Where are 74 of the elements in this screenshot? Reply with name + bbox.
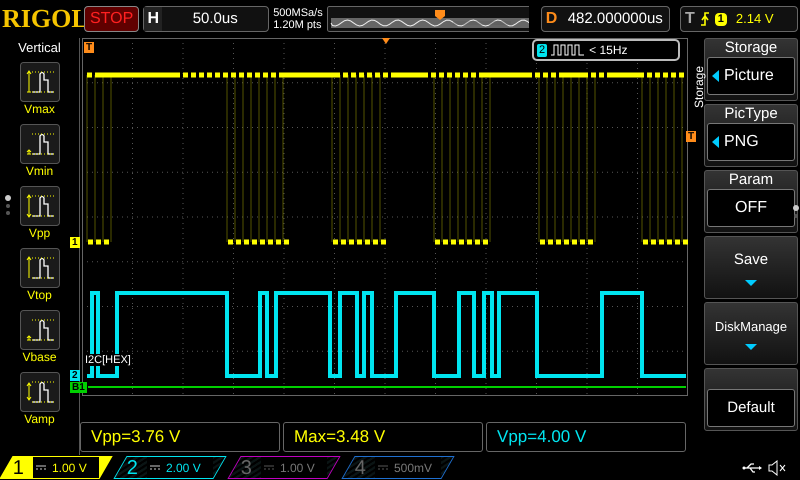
channel-tab[interactable]: 4 500mV [341, 456, 455, 479]
delay-label: D [544, 9, 558, 29]
trigger-box[interactable]: T 1 2.14 V [680, 6, 798, 32]
dc-coupling-icon [264, 464, 274, 472]
measurement-readout: Max=3.48 V [283, 422, 483, 452]
channel-scale: 2.00 V [166, 460, 201, 476]
left-arrow-icon [712, 70, 719, 82]
trigger-source: 1 [714, 12, 727, 26]
menu-button[interactable]: DiskManage [704, 302, 798, 365]
measure-button[interactable] [20, 248, 60, 288]
measurement-readout: Vpp=4.00 V [486, 422, 686, 452]
trigger-label: T [685, 9, 695, 29]
speaker-muted-icon[interactable] [768, 460, 786, 476]
delay-value: 482.000000us [566, 8, 664, 29]
timebase-box[interactable]: H 50.0us [143, 6, 270, 32]
option-title: PicType [724, 105, 778, 123]
caret-icon [745, 280, 757, 286]
measure-label: Vpp [28, 226, 50, 240]
delay-box[interactable]: D 482.000000us [540, 6, 670, 32]
dc-coupling-icon [378, 464, 388, 472]
timebase-label: H [144, 7, 162, 31]
measure-button[interactable] [20, 186, 60, 226]
bus-label: I2C[HEX] [85, 354, 131, 366]
measure-button[interactable] [20, 124, 60, 164]
channel-tab[interactable]: 3 1.00 V [227, 456, 341, 479]
measure-label: Vtop [27, 288, 52, 302]
run-stop-button[interactable]: STOP [84, 6, 140, 32]
option-value: Picture [724, 66, 774, 86]
menu-option[interactable]: Param OFF [704, 170, 798, 233]
option-title: Storage [724, 39, 778, 57]
dc-coupling-icon [36, 464, 46, 472]
measure-button[interactable] [20, 372, 60, 412]
channel-number: 3 [241, 456, 254, 478]
measure-button[interactable] [20, 62, 60, 102]
channel-scale: 1.00 V [280, 460, 315, 476]
trigger-marker: T [84, 42, 94, 53]
channel-marker: 1 [70, 237, 80, 248]
trigger-level: 2.14 V [736, 10, 774, 28]
panel-title: Vertical [18, 39, 61, 57]
trigger-level-marker: T [686, 131, 696, 142]
menu-button[interactable]: Save [704, 236, 798, 299]
measure-label: Vbase [22, 350, 57, 364]
channel-tab[interactable]: 2 2.00 V [113, 456, 227, 479]
option-title: Param [728, 171, 774, 189]
usb-icon [742, 462, 762, 474]
measure-label: Vamp [24, 412, 55, 426]
option-value: OFF [735, 198, 767, 218]
memory-depth: 1.20M pts [273, 19, 322, 31]
sample-rate: 500MSa/s [273, 7, 323, 19]
measure-button[interactable] [20, 310, 60, 350]
channel-number: 2 [127, 456, 140, 478]
counter-channel: 2 [537, 44, 548, 56]
measure-label: Vmin [26, 164, 54, 178]
channel-marker: B1 [70, 382, 87, 393]
default-button[interactable]: Default [707, 389, 795, 427]
measure-label: Vmax [24, 102, 55, 116]
measurement-readout: Vpp=3.76 V [80, 422, 280, 452]
trigger-position-icon [382, 38, 390, 44]
channel-number: 1 [13, 456, 26, 478]
option-value: PNG [724, 132, 759, 152]
channel-marker: 2 [70, 370, 80, 381]
counter-reading: < 15Hz [589, 42, 628, 59]
left-arrow-icon [712, 136, 719, 148]
channel-scale: 1.00 V [52, 460, 87, 476]
dc-coupling-icon [150, 464, 160, 472]
caret-icon [745, 344, 757, 350]
rising-edge-icon [700, 12, 710, 26]
timebase-value: 50.0us [192, 8, 239, 29]
menu-option[interactable]: PicType PNG [704, 104, 798, 167]
channel-number: 4 [355, 456, 368, 478]
menu-option[interactable]: Storage Picture [704, 38, 798, 101]
square-wave-icon [551, 44, 586, 56]
channel-scale: 500mV [394, 460, 432, 476]
channel-tab[interactable]: 1 1.00 V [0, 456, 113, 479]
